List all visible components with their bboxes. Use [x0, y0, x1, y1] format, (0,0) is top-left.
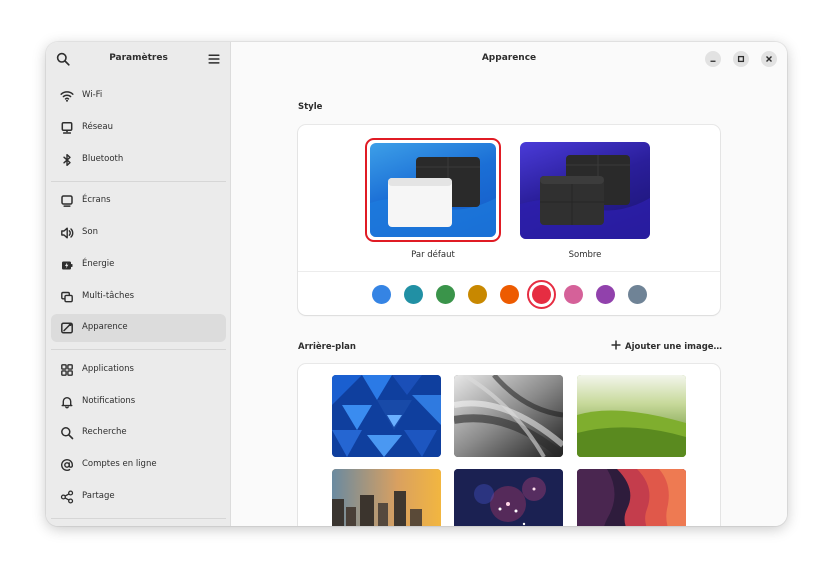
close-icon [766, 56, 772, 62]
default-wallpaper-graphic [370, 157, 496, 237]
sidebar-item-label: Notifications [82, 396, 136, 406]
sidebar-title: Paramètres [109, 53, 168, 63]
wallpaper-city-sunset[interactable] [332, 469, 441, 526]
wallpaper-green-hills-graphic [577, 375, 686, 457]
add-image-label: Ajouter une image… [625, 342, 723, 352]
sidebar-item-label: Bluetooth [82, 154, 124, 164]
accent-purple[interactable] [596, 285, 615, 304]
sidebar-item-multitasking[interactable]: Multi-tâches [51, 283, 226, 311]
maximize-button[interactable] [733, 51, 749, 67]
sound-icon [61, 227, 74, 239]
sidebar-separator [51, 349, 226, 350]
accent-pink[interactable] [564, 285, 583, 304]
page-title: Apparence [481, 53, 537, 63]
dark-wallpaper-graphic [520, 155, 650, 239]
sidebar-item-notifications[interactable]: Notifications [51, 388, 226, 416]
sidebar-item-network[interactable]: Réseau [51, 114, 226, 142]
accent-yellow[interactable] [468, 285, 487, 304]
wallpaper-purple-waves[interactable] [577, 469, 686, 526]
card-divider [298, 271, 720, 272]
minimize-icon [710, 60, 716, 62]
main-content: Apparence Style Par défaut Sombre Arrièr… [231, 42, 787, 526]
add-image-button[interactable]: Ajouter une image… [611, 340, 722, 352]
wallpaper-fireworks-graphic [454, 469, 563, 526]
sidebar-item-search[interactable]: Recherche [51, 419, 226, 447]
apps-icon [61, 364, 73, 376]
sidebar-item-label: Son [82, 227, 98, 237]
accent-green[interactable] [436, 285, 455, 304]
sidebar-item-sharing[interactable]: Partage [51, 483, 226, 511]
minimize-button[interactable] [705, 51, 721, 67]
sidebar-item-label: Comptes en ligne [82, 459, 157, 469]
wallpaper-card [298, 364, 720, 526]
sidebar-separator [51, 518, 226, 519]
sidebar-item-label: Recherche [82, 427, 127, 437]
sidebar-item-label: Écrans [82, 195, 111, 205]
multitasking-icon [61, 291, 73, 303]
background-section-label: Arrière-plan [298, 342, 356, 352]
sidebar-item-label: Apparence [82, 322, 128, 332]
accent-orange[interactable] [500, 285, 519, 304]
appearance-icon [61, 322, 73, 334]
sidebar-header: Paramètres [46, 42, 231, 76]
close-button[interactable] [761, 51, 777, 67]
wallpaper-city-sunset-graphic [332, 469, 441, 526]
sidebar-item-wifi[interactable]: Wi-Fi [51, 82, 226, 110]
style-option-dark[interactable] [520, 142, 650, 239]
sidebar-item-displays[interactable]: Écrans [51, 187, 226, 215]
display-icon [61, 195, 73, 207]
wallpaper-purple-waves-graphic [577, 469, 686, 526]
wallpaper-blue-triangles-graphic [332, 375, 441, 457]
sidebar-separator [51, 181, 226, 182]
wifi-icon [60, 91, 74, 102]
sidebar-item-label: Multi-tâches [82, 291, 135, 301]
maximize-icon [737, 55, 745, 63]
sidebar-item-sound[interactable]: Son [51, 219, 226, 247]
sidebar-item-label: Wi-Fi [82, 90, 103, 100]
accent-red[interactable] [532, 285, 551, 304]
style-option-default-label: Par défaut [411, 250, 455, 260]
power-icon [62, 261, 73, 270]
wallpaper-green-hills[interactable] [577, 375, 686, 457]
network-icon [61, 122, 73, 134]
at-icon [61, 459, 74, 471]
sidebar-item-online-accounts[interactable]: Comptes en ligne [51, 451, 226, 479]
style-section-label: Style [298, 102, 323, 112]
hamburger-menu-icon[interactable] [207, 52, 221, 66]
style-option-default[interactable] [370, 143, 496, 237]
sidebar-item-appearance[interactable]: Apparence [51, 314, 226, 342]
accent-blue[interactable] [372, 285, 391, 304]
settings-window: Paramètres Wi-Fi Réseau Bluetooth Écrans… [46, 42, 787, 526]
bell-icon [61, 397, 73, 409]
accent-teal[interactable] [404, 285, 423, 304]
sidebar-item-label: Partage [82, 491, 115, 501]
wallpaper-grey-spiral-graphic [454, 375, 563, 457]
sidebar-item-label: Énergie [82, 259, 115, 269]
style-card: Par défaut Sombre [298, 125, 720, 315]
search-icon [61, 427, 74, 440]
sidebar-item-applications[interactable]: Applications [51, 356, 226, 384]
wallpaper-fireworks[interactable] [454, 469, 563, 526]
share-icon [60, 490, 74, 504]
style-option-dark-label: Sombre [568, 250, 602, 260]
sidebar-item-bluetooth[interactable]: Bluetooth [51, 146, 226, 174]
sidebar-item-power[interactable]: Énergie [51, 251, 226, 279]
plus-icon [611, 340, 621, 350]
accent-slate[interactable] [628, 285, 647, 304]
bluetooth-icon [63, 154, 71, 166]
sidebar-item-label: Réseau [82, 122, 114, 132]
wallpaper-blue-triangles[interactable] [332, 375, 441, 457]
sidebar-item-label: Applications [82, 364, 134, 374]
sidebar: Paramètres Wi-Fi Réseau Bluetooth Écrans… [46, 42, 231, 526]
wallpaper-grey-spiral[interactable] [454, 375, 563, 457]
